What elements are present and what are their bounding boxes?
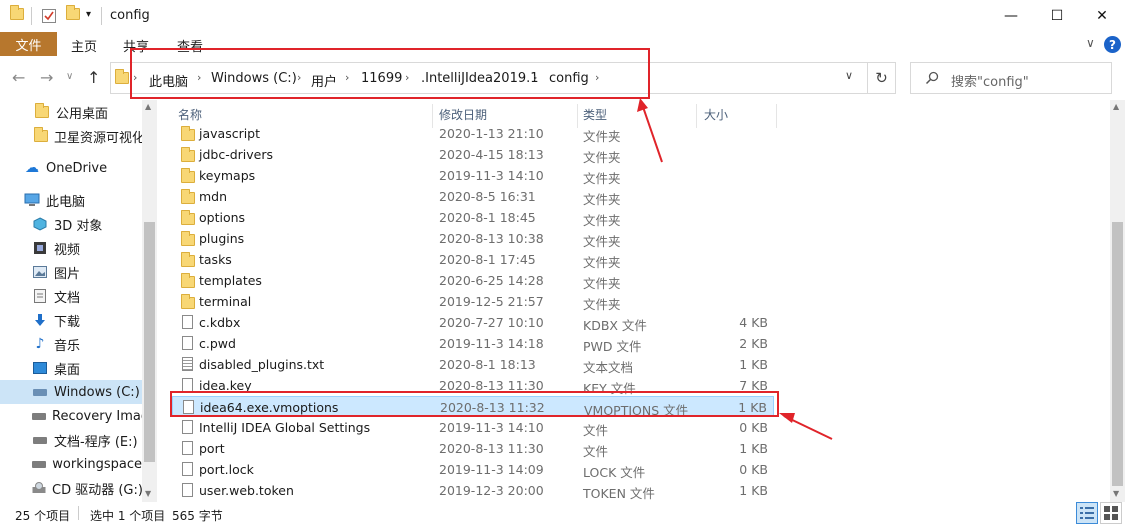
item-count: 25 个项目 [15,509,71,523]
status-bar: 25 个项目 选中 1 个项目 565 字节 [0,502,1125,526]
file-list-scroll-thumb[interactable] [1112,222,1123,486]
selection-count: 选中 1 个项目 [90,509,166,523]
large-icons-view-button[interactable] [1100,502,1122,524]
scroll-down-icon[interactable]: ▼ [1113,489,1119,498]
details-view-button[interactable] [1076,502,1098,524]
scroll-up-icon[interactable]: ▲ [1113,102,1119,111]
selection-size: 565 字节 [172,509,223,523]
annotation-arrows [637,98,833,440]
divider [78,506,79,520]
